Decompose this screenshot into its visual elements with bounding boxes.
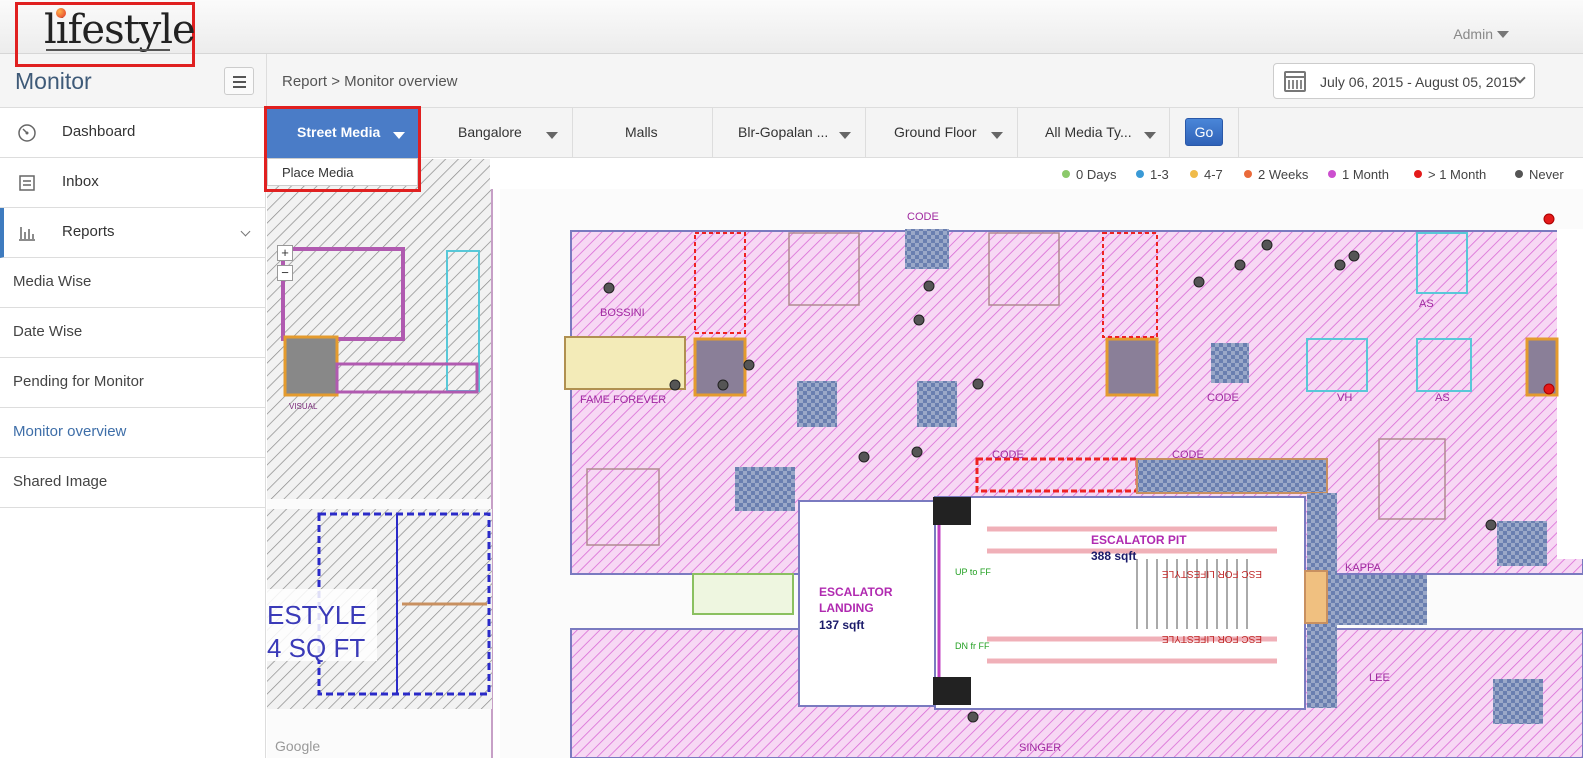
legend-item-4-7: 4-7 xyxy=(1190,167,1223,182)
floor-select[interactable]: Ground Floor xyxy=(866,108,1018,158)
map-label: VISUAL xyxy=(289,402,318,411)
breadcrumb: Report > Monitor overview xyxy=(282,73,458,90)
select-value: Ground Floor xyxy=(894,124,977,140)
sidebar-item-label: Reports xyxy=(62,223,115,240)
floor-plan-map[interactable]: ESTYLE 4 SQ FT VISUAL CODE BOSSINI FAME … xyxy=(267,159,1583,758)
logo-underline xyxy=(46,49,170,51)
legend-dot-icon xyxy=(1190,170,1198,178)
caret-down-icon xyxy=(991,132,1003,139)
caret-down-icon xyxy=(546,132,558,139)
sidebar-subitem-media-wise[interactable]: Media Wise xyxy=(0,258,265,308)
sidebar: Dashboard Inbox Reports Media Wise Date … xyxy=(0,108,266,758)
user-menu[interactable]: Admin xyxy=(1453,26,1493,42)
map-label: ESCALATOR xyxy=(819,585,893,599)
sidebar-subitem-label: Pending for Monitor xyxy=(13,373,144,390)
filter-bar: Street Media Bangalore Malls Blr-Gopalan… xyxy=(267,108,1583,158)
sub-header: Monitor Report > Monitor overview July 0… xyxy=(0,54,1583,108)
map-label: CODE xyxy=(992,449,1024,461)
legend-item-2-weeks: 2 Weeks xyxy=(1244,167,1308,182)
date-range-value: July 06, 2015 - August 05, 2015 xyxy=(1320,74,1517,90)
map-label: FAME FOREVER xyxy=(580,394,666,406)
map-label: 137 sqft xyxy=(819,618,864,632)
sidebar-item-reports[interactable]: Reports xyxy=(0,208,265,258)
sidebar-item-inbox[interactable]: Inbox xyxy=(0,158,265,208)
map-label: LEE xyxy=(1369,672,1390,684)
calendar-icon xyxy=(1284,71,1306,92)
top-header: Admin xyxy=(0,0,1583,54)
module-title: Monitor xyxy=(15,68,92,94)
select-value: All Media Ty... xyxy=(1045,124,1132,140)
legend-item-0-days: 0 Days xyxy=(1062,167,1116,182)
map-label: LANDING xyxy=(819,601,874,615)
sidebar-subitem-label: Media Wise xyxy=(13,273,92,290)
select-value: Bangalore xyxy=(458,124,522,140)
map-label: ESCALATOR PIT xyxy=(1091,533,1187,547)
venue-type-select[interactable]: Malls xyxy=(573,108,713,158)
map-label: AS xyxy=(1435,392,1450,404)
zoom-in-button[interactable]: + xyxy=(277,245,293,261)
city-select[interactable]: Bangalore xyxy=(420,108,573,158)
sidebar-subitem-pending-for-monitor[interactable]: Pending for Monitor xyxy=(0,358,265,408)
date-range-picker[interactable]: July 06, 2015 - August 05, 2015 xyxy=(1273,63,1535,99)
map-big-text: ESTYLE xyxy=(267,600,367,630)
sidebar-subitem-date-wise[interactable]: Date Wise xyxy=(0,308,265,358)
highlight-box xyxy=(264,106,421,192)
map-label: VH xyxy=(1337,392,1352,404)
map-attribution: Google xyxy=(275,738,321,754)
caret-down-icon xyxy=(839,132,851,139)
media-type-select[interactable]: All Media Ty... xyxy=(1018,108,1170,158)
map-label: KAPPA xyxy=(1345,562,1382,574)
legend-dot-icon xyxy=(1244,170,1252,178)
sidebar-subitem-shared-image[interactable]: Shared Image xyxy=(0,458,265,508)
gauge-icon xyxy=(18,124,36,142)
map-label: DN fr FF xyxy=(955,641,990,651)
legend-dot-icon xyxy=(1515,170,1523,178)
legend-dot-icon xyxy=(1328,170,1336,178)
chevron-down-icon xyxy=(240,226,251,237)
legend-dot-icon xyxy=(1062,170,1070,178)
map-label: CODE xyxy=(1207,392,1239,404)
map-label: CODE xyxy=(1172,449,1204,461)
select-value: Malls xyxy=(625,124,658,140)
venue-select[interactable]: Blr-Gopalan ... xyxy=(713,108,866,158)
legend-item-1-month: 1 Month xyxy=(1328,167,1389,182)
legend-dot-icon xyxy=(1414,170,1422,178)
map-label: CODE xyxy=(907,211,939,223)
logo-dot-icon xyxy=(56,8,66,18)
sidebar-item-label: Dashboard xyxy=(62,123,136,140)
user-menu-caret-icon[interactable] xyxy=(1497,31,1509,38)
map-label: BOSSINI xyxy=(600,307,645,319)
map-big-text: 4 SQ FT xyxy=(267,633,365,663)
menu-toggle-button[interactable] xyxy=(224,67,254,95)
sidebar-item-label: Inbox xyxy=(62,173,99,190)
caret-down-icon xyxy=(1144,132,1156,139)
sidebar-subitem-label: Monitor overview xyxy=(13,423,127,440)
sidebar-subitem-label: Shared Image xyxy=(13,473,108,490)
logo-text: lifestyle xyxy=(44,7,196,53)
sidebar-subitem-label: Date Wise xyxy=(13,323,83,340)
map-label: 388 sqft xyxy=(1091,549,1136,563)
map-label: AS xyxy=(1419,298,1434,310)
map-label: ESC FOR LIFESTYLE xyxy=(1162,633,1262,644)
logo[interactable]: lifestyle xyxy=(15,2,196,67)
map-label: SINGER xyxy=(1019,742,1061,754)
legend-dot-icon xyxy=(1136,170,1144,178)
zoom-out-button[interactable]: − xyxy=(277,265,293,281)
map-label: UP to FF xyxy=(955,567,991,577)
legend-item-over-1-month: > 1 Month xyxy=(1414,167,1486,182)
legend-item-1-3: 1-3 xyxy=(1136,167,1169,182)
floor-plan-drawing: ESTYLE 4 SQ FT VISUAL CODE BOSSINI FAME … xyxy=(267,159,1583,758)
status-legend: 0 Days 1-3 4-7 2 Weeks 1 Month > 1 Month… xyxy=(490,159,1583,189)
inbox-icon xyxy=(19,175,35,191)
sidebar-subitem-monitor-overview[interactable]: Monitor overview xyxy=(0,408,265,458)
bar-chart-icon xyxy=(19,227,35,241)
legend-item-never: Never xyxy=(1515,167,1564,182)
select-value: Blr-Gopalan ... xyxy=(738,124,829,140)
sidebar-item-dashboard[interactable]: Dashboard xyxy=(0,108,265,158)
map-label: ESC FOR LIFESTYLE xyxy=(1162,568,1262,579)
